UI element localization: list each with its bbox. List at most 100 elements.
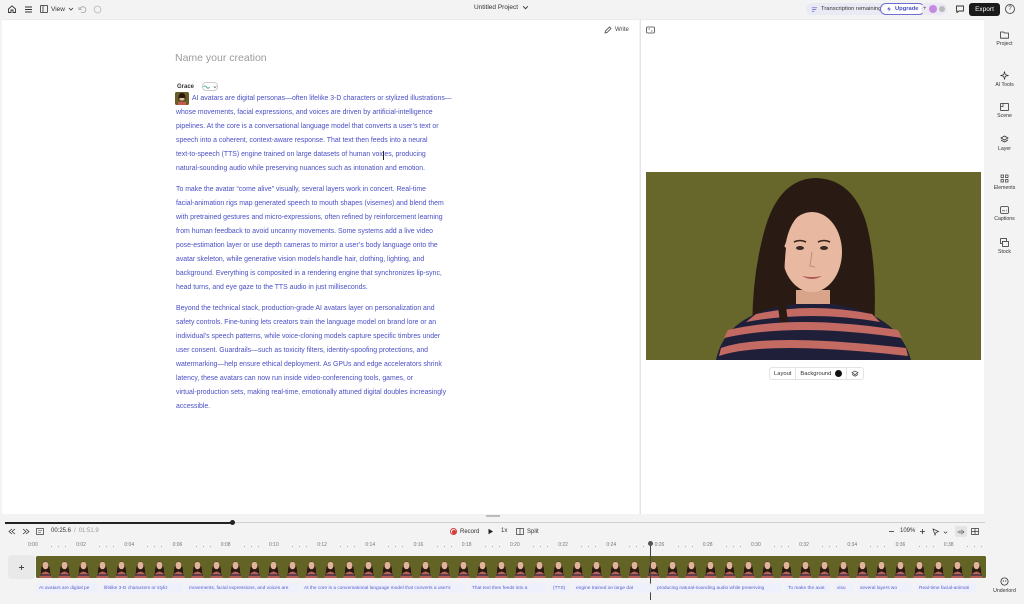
clip-thumbnail-frame [796, 556, 815, 578]
write-button[interactable]: Write [604, 26, 629, 34]
caption-segment[interactable]: visu [834, 583, 854, 593]
caption-segment[interactable]: AI avatars are digital pe [36, 583, 98, 593]
layout-button[interactable]: Layout [770, 368, 797, 379]
menu-icon[interactable] [24, 5, 33, 14]
voice-selector[interactable] [202, 82, 219, 91]
script-paragraph[interactable]: Beyond the technical stack, production-g… [176, 302, 476, 414]
layers-button[interactable] [847, 368, 863, 379]
ruler-tick-label: 0:06 [172, 542, 183, 548]
help-button[interactable]: ? [1005, 4, 1015, 14]
ruler-subtick [436, 546, 438, 547]
clip-thumbnail-frame [226, 556, 245, 578]
chevron-down-icon [943, 530, 948, 534]
script-paragraph[interactable]: AI avatars are digital personas—often li… [176, 92, 476, 176]
home-icon[interactable] [7, 4, 17, 14]
ruler-subtick [973, 546, 975, 547]
ruler-subtick [491, 546, 493, 547]
caption-segment[interactable]: That text then feeds into a [469, 583, 547, 593]
collaborators-group[interactable]: + [921, 3, 947, 15]
clip-thumbnail-frame [245, 556, 264, 578]
caption-segment[interactable]: lifelike 3-D characters or styliz [101, 583, 183, 593]
sidebar-item-underlord[interactable]: Underlord [985, 577, 1024, 594]
ruler-subtick [402, 546, 404, 547]
caption-segment[interactable]: Real-time facial-animati [916, 583, 976, 593]
sidebar-item-project[interactable]: Project [985, 31, 1024, 47]
ruler-subtick [684, 546, 686, 547]
redo-disabled-icon[interactable] [93, 5, 102, 14]
caption-segment[interactable]: producing natural-sounding audio while p… [654, 583, 782, 593]
split-button[interactable]: Split [516, 528, 539, 535]
script-view-button[interactable] [36, 528, 44, 535]
clip-thumbnail-frame [853, 556, 872, 578]
ruler-subtick [51, 546, 52, 547]
ruler-subtick [147, 546, 149, 547]
zoom-out-button[interactable] [888, 528, 895, 535]
select-tool-button[interactable] [932, 528, 948, 536]
track-view-toggle[interactable] [955, 526, 967, 537]
sidebar-item-layer[interactable]: Layer [985, 135, 1024, 152]
skip-forward-button[interactable] [22, 528, 30, 535]
ruler-subtick [781, 546, 782, 547]
sidebar-item-elements[interactable]: Elements [985, 174, 1024, 191]
ruler-subtick [106, 546, 108, 547]
skip-back-button[interactable] [8, 528, 16, 535]
ruler-subtick [595, 546, 597, 547]
playhead-handle[interactable] [648, 541, 653, 546]
zoom-in-button[interactable] [919, 528, 926, 535]
ruler-subtick [58, 546, 59, 547]
playback-speed-button[interactable]: 1x [501, 528, 507, 534]
aspect-ratio-icon[interactable] [646, 26, 655, 36]
script-line: safety controls. Fine-tuning lets creato… [176, 319, 437, 326]
sidebar-item-ai-tools[interactable]: AI Tools [985, 71, 1024, 88]
ruler-subtick [450, 546, 452, 547]
script-paragraph[interactable]: To make the avatar “come alive” visually… [176, 183, 476, 295]
timeline-ruler[interactable]: 0:00 0:02 0:04 0:06 0:08 0:10 0:12 0:14 0:16 0:18… [0, 542, 985, 552]
upgrade-button[interactable]: Upgrade [880, 3, 925, 15]
ruler-subtick [395, 546, 397, 547]
sidebar-item-captions[interactable]: Captions [985, 206, 1024, 222]
playback-scrubber-handle[interactable] [229, 520, 235, 525]
undo-icon[interactable] [78, 5, 87, 14]
record-button[interactable]: Record [450, 528, 479, 535]
grid-view-toggle[interactable] [971, 528, 979, 535]
caption-segment[interactable]: engine trained on large dat [573, 583, 651, 593]
sidebar-item-stock[interactable]: Stock [985, 238, 1024, 255]
comment-icon[interactable] [955, 4, 965, 14]
ruler-tick-label: 0:26 [654, 542, 665, 548]
transcription-remaining-badge[interactable]: Transcription remaining [806, 3, 887, 15]
avatar-video-image [646, 172, 981, 360]
speaker-label[interactable]: Grace [177, 82, 219, 91]
sidebar-item-scene[interactable]: Scene [985, 103, 1024, 119]
background-label: Background [800, 370, 832, 377]
ruler-subtick [547, 546, 548, 547]
video-clip-track[interactable] [36, 556, 986, 578]
zoom-level: 109% [900, 528, 916, 534]
view-menu-button[interactable]: View [40, 5, 74, 13]
project-title-dropdown[interactable]: Untitled Project [474, 4, 529, 11]
add-track-button[interactable] [8, 555, 35, 579]
ruler-subtick [925, 546, 927, 547]
clip-thumbnail-frame [625, 556, 644, 578]
caption-segment[interactable]: several layers wo [857, 583, 913, 593]
clip-thumbnail-frame [549, 556, 568, 578]
caption-segment[interactable]: At the core is a conversational language… [301, 583, 466, 593]
creation-title-input[interactable]: Name your creation [175, 52, 267, 64]
panel-resize-handle[interactable] [486, 515, 500, 517]
script-line: avatar skeleton, while generative vision… [176, 256, 425, 263]
cursor-icon [932, 528, 940, 536]
export-button[interactable]: Export [969, 3, 1000, 16]
background-button[interactable]: Background [796, 368, 848, 379]
clip-thumbnail-frame [93, 556, 112, 578]
clip-thumbnail-frame [815, 556, 834, 578]
caption-segment[interactable]: (TTS) [550, 583, 570, 593]
play-button[interactable] [487, 528, 494, 535]
ruler-subtick [918, 546, 920, 547]
avatar-video-preview[interactable] [646, 172, 981, 360]
caption-segment[interactable]: movements, facial expressions, and voice… [186, 583, 298, 593]
top-bar: View Untitled Project Transcription rema… [0, 0, 1024, 19]
caption-segment[interactable]: To make the avat [785, 583, 831, 593]
ruler-subtick [113, 546, 115, 547]
layout-icon [40, 5, 48, 13]
sparkle-icon [1000, 71, 1009, 80]
clip-thumbnail-frame [473, 556, 492, 578]
